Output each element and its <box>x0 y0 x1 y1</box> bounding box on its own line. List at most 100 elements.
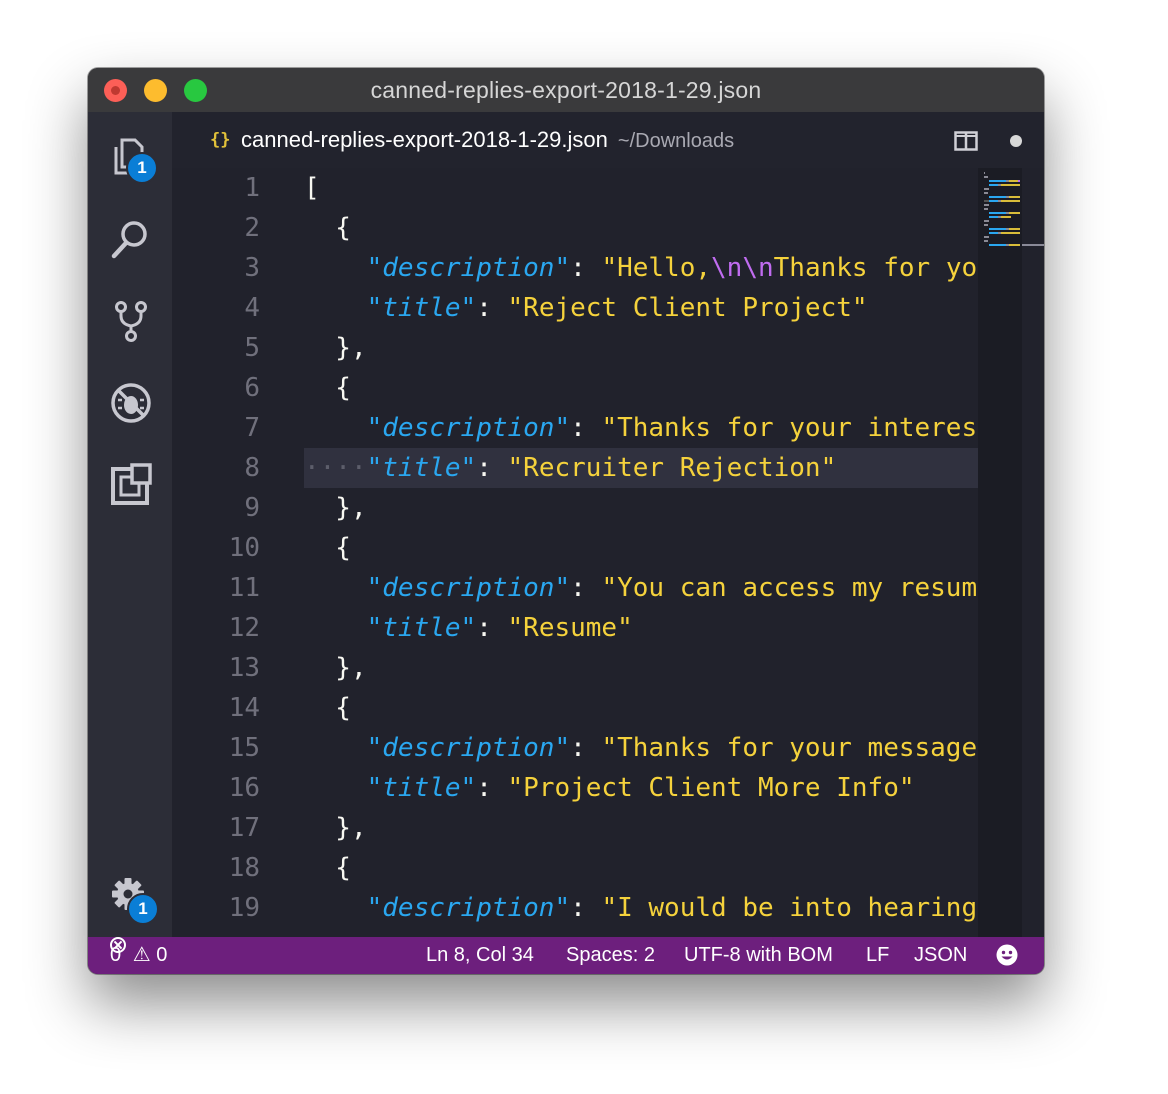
minimap-line <box>989 212 1007 214</box>
code-token: "description" <box>366 893 571 923</box>
code-line[interactable]: { <box>304 368 978 408</box>
line-number: 1 <box>244 173 260 203</box>
cursor-position[interactable]: Ln 8, Col 34 <box>426 937 534 974</box>
code-line[interactable]: "title": "Reject Client Project" <box>304 288 978 328</box>
code-line[interactable]: { <box>304 848 978 888</box>
line-number: 17 <box>228 813 260 843</box>
minimap-line <box>984 220 990 222</box>
line-number-gutter: 1 2 3 4 5 6 7 8 9 10 11 12 13 14 15 16 17 18 19 <box>172 168 272 937</box>
minimap-line <box>984 176 988 178</box>
line-number: 3 <box>244 253 260 283</box>
file-encoding[interactable]: UTF-8 with BOM <box>684 937 833 974</box>
minimap[interactable] <box>978 168 1022 937</box>
line-number: 4 <box>244 293 260 323</box>
line-number: 5 <box>244 333 260 363</box>
minimap-line <box>1000 200 1020 202</box>
end-of-line[interactable]: LF <box>866 937 889 974</box>
code-line[interactable]: }, <box>304 808 978 848</box>
gear-icon[interactable]: 1 <box>108 874 159 925</box>
minimap-line <box>984 208 988 210</box>
line-number: 16 <box>228 773 260 803</box>
line-number: 18 <box>228 853 260 883</box>
line-number: 10 <box>228 533 260 563</box>
minimap-line <box>984 192 988 194</box>
code-token: : <box>476 453 508 483</box>
code-token: : <box>570 253 602 283</box>
code-line[interactable]: "description": "Thanks for your message <box>304 728 978 768</box>
line-number: 14 <box>228 693 260 723</box>
line-number: 15 <box>228 733 260 763</box>
editor-tab[interactable]: canned-replies-export-2018-1-29.json ~/Do… <box>241 127 734 153</box>
feedback-smiley-icon[interactable] <box>996 944 1018 966</box>
search-icon[interactable] <box>108 216 154 262</box>
indentation[interactable]: Spaces: 2 <box>566 937 655 974</box>
code-token: "title" <box>366 773 477 803</box>
code-editor[interactable]: 1 2 3 4 5 6 7 8 9 10 11 12 13 14 15 16 17 18 19 [ { "descr… <box>172 168 1044 937</box>
minimap-line <box>1008 212 1020 214</box>
minimap-line <box>984 240 988 242</box>
code-area[interactable]: [ { "description": "Hello,\n\nThanks for… <box>304 168 978 937</box>
code-line[interactable]: { <box>304 208 978 248</box>
code-line[interactable]: { <box>304 688 978 728</box>
code-line[interactable]: { <box>304 528 978 568</box>
code-token: { <box>304 373 351 403</box>
explorer-badge: 1 <box>126 152 158 184</box>
code-token: "Thanks for your message <box>601 733 978 763</box>
minimap-line <box>1008 180 1018 182</box>
window-title: canned-replies-export-2018-1-29.json <box>370 77 762 103</box>
code-token: \n\n <box>711 253 774 283</box>
minimap-line <box>989 244 1007 246</box>
explorer-icon[interactable]: 1 <box>108 134 158 184</box>
debug-icon[interactable] <box>108 380 154 426</box>
code-line[interactable]: "description": "I would be into hearing <box>304 888 978 928</box>
code-line[interactable]: }, <box>304 488 978 528</box>
code-token: "Hello, <box>601 253 712 283</box>
code-token: : <box>570 413 602 443</box>
code-token: ···· <box>304 453 367 483</box>
minimap-line <box>989 180 1007 182</box>
code-line[interactable]: "title": "Project Client More Info" <box>304 768 978 808</box>
code-token: { <box>304 533 351 563</box>
line-number: 9 <box>244 493 260 523</box>
code-token: { <box>304 693 351 723</box>
code-token: }, <box>304 813 367 843</box>
line-number: 12 <box>228 613 260 643</box>
code-token: : <box>570 573 602 603</box>
warning-count: 0 <box>156 944 168 966</box>
code-line[interactable]: }, <box>304 328 978 368</box>
language-mode[interactable]: JSON <box>914 937 967 974</box>
code-token: "description" <box>366 573 571 603</box>
scrollbar-cursor-marker <box>1022 244 1044 246</box>
code-token: "Reject Client Project" <box>507 293 868 323</box>
settings-badge: 1 <box>127 893 159 925</box>
code-line[interactable]: ····"title": "Recruiter Rejection" <box>304 448 978 488</box>
code-token: "description" <box>366 253 571 283</box>
unsaved-changes-dot[interactable] <box>1010 135 1022 147</box>
line-number: 6 <box>244 373 260 403</box>
code-line[interactable]: "description": "Hello,\n\nThanks for yo <box>304 248 978 288</box>
minimap-line <box>1017 180 1020 182</box>
code-token: "title" <box>366 613 477 643</box>
code-token: : <box>476 293 508 323</box>
code-line[interactable]: "title": "Resume" <box>304 608 978 648</box>
code-token: "Resume" <box>507 613 633 643</box>
code-token: "Recruiter Rejection" <box>507 453 837 483</box>
extensions-icon[interactable] <box>108 462 154 508</box>
code-line[interactable]: "description": "You can access my resum <box>304 568 978 608</box>
split-editor-icon[interactable] <box>954 131 978 151</box>
line-number: 7 <box>244 413 260 443</box>
code-line[interactable]: [ <box>304 168 978 208</box>
source-control-icon[interactable] <box>108 298 154 344</box>
problems-indicator[interactable]: 0 ⚠ 0 <box>110 937 167 974</box>
vertical-scrollbar[interactable] <box>1022 168 1044 937</box>
code-line[interactable]: }, <box>304 648 978 688</box>
minimap-line <box>1000 232 1020 234</box>
code-line[interactable]: "description": "Thanks for your interes <box>304 408 978 448</box>
code-token: "You can access my resum <box>601 573 978 603</box>
